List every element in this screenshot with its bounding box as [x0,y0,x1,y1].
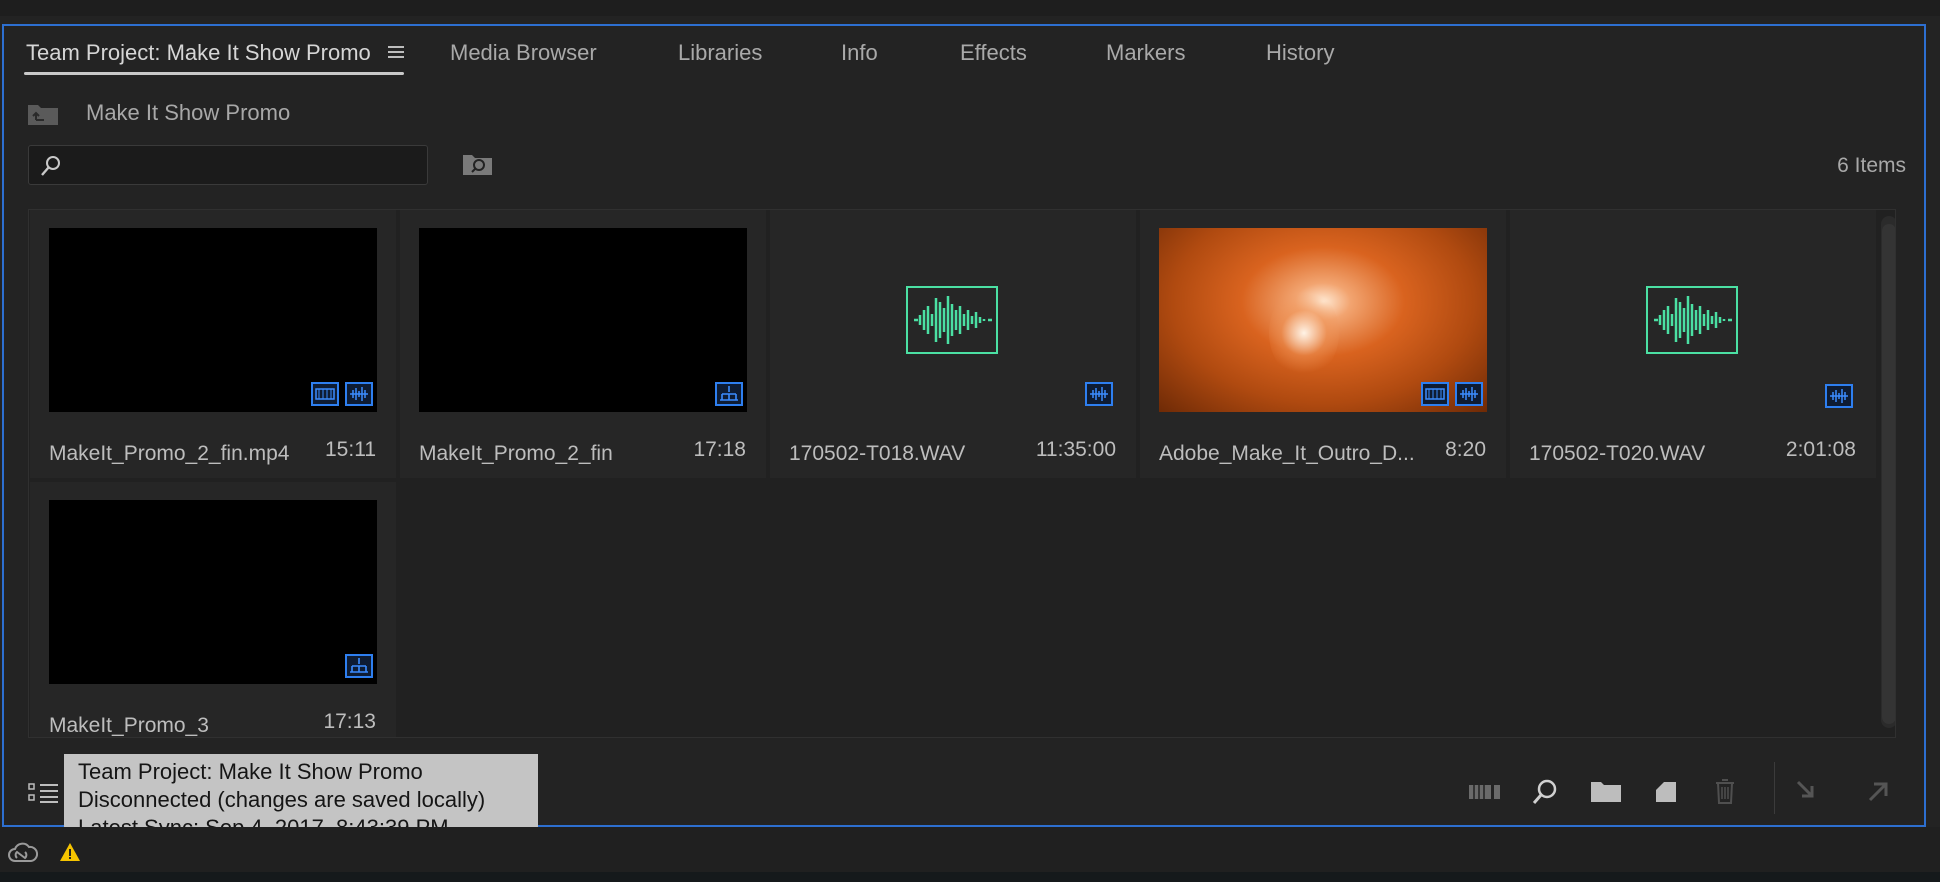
item-duration: 8:20 [1445,438,1486,461]
list-view-icon[interactable] [28,782,62,804]
automate-to-sequence-icon[interactable] [1468,780,1502,810]
items-count: 6 Items [1837,154,1906,177]
search-input[interactable] [73,152,417,180]
desktop-background [0,872,1940,882]
item-name: MakeIt_Promo_3 [49,714,209,737]
media-item[interactable]: Adobe_Make_It_Outro_D... 8:20 [1140,210,1506,478]
item-duration: 2:01:08 [1785,438,1856,461]
media-item[interactable]: MakeIt_Promo_3 17:13 [30,482,396,737]
top-strip [0,0,1940,16]
parent-folder-icon[interactable] [27,102,59,126]
search-icon [39,154,63,178]
waveform-icon [1646,286,1738,354]
tooltip-connection-status: Disconnected (changes are saved locally) [78,787,486,812]
item-name: 170502-T018.WAV [789,442,966,465]
sequence-icon [715,382,743,406]
thumbnail [1529,228,1857,412]
item-name: Adobe_Make_It_Outro_D... [1159,442,1415,465]
tab-team-project[interactable]: Team Project: Make It Show Promo [26,40,371,66]
vertical-scrollbar[interactable] [1881,216,1895,728]
audio-icon [1825,384,1853,408]
toolbar-divider [1774,762,1775,814]
tab-media-browser[interactable]: Media Browser [450,40,597,66]
video-icon [1421,382,1449,406]
tab-markers[interactable]: Markers [1106,40,1185,66]
expand-icon[interactable] [1864,778,1898,808]
panel-menu-icon[interactable] [388,46,404,60]
thumbnail [789,228,1117,412]
thumbnail [49,500,377,684]
thumbnail [419,228,747,412]
new-bin-icon[interactable] [1590,778,1624,808]
tab-info[interactable]: Info [841,40,878,66]
audio-icon [1085,382,1113,406]
item-name: 170502-T020.WAV [1529,442,1706,465]
thumbnail [49,228,377,412]
thumbnail [1159,228,1487,412]
media-item[interactable]: MakeIt_Promo_2_fin.mp4 15:11 [30,210,396,478]
trash-icon[interactable] [1710,776,1744,806]
tooltip-project-name: Team Project: Make It Show Promo [78,759,423,784]
media-item[interactable]: 170502-T020.WAV 2:01:08 [1510,210,1876,478]
item-duration: 15:11 [325,438,376,461]
tab-effects[interactable]: Effects [960,40,1027,66]
creative-cloud-icon[interactable] [6,841,39,867]
item-duration: 17:13 [323,710,376,733]
item-name: MakeIt_Promo_2_fin.mp4 [49,442,290,465]
item-duration: 11:35:00 [1035,438,1116,461]
icon-view-grid: MakeIt_Promo_2_fin.mp4 15:11 MakeIt_Prom… [28,209,1896,738]
shrink-icon[interactable] [1794,778,1828,808]
item-name: MakeIt_Promo_2_fin [419,442,613,465]
warning-icon[interactable] [58,841,82,863]
media-item[interactable]: MakeIt_Promo_2_fin 17:18 [400,210,766,478]
audio-icon [1455,382,1483,406]
breadcrumb-folder-name: Make It Show Promo [86,100,291,125]
find-bin-icon[interactable] [462,151,494,177]
media-item[interactable]: 170502-T018.WAV 11:35:00 [770,210,1136,478]
tab-history[interactable]: History [1266,40,1334,66]
new-item-icon[interactable] [1652,778,1686,808]
scrollbar-thumb[interactable] [1882,224,1895,724]
find-icon[interactable] [1530,778,1564,808]
sequence-icon [345,654,373,678]
tab-libraries[interactable]: Libraries [678,40,762,66]
waveform-icon [906,286,998,354]
search-box [28,145,428,185]
item-duration: 17:18 [693,438,746,461]
video-icon [311,382,339,406]
view-toggles [28,782,62,809]
active-tab-indicator [24,72,404,75]
audio-icon [345,382,373,406]
